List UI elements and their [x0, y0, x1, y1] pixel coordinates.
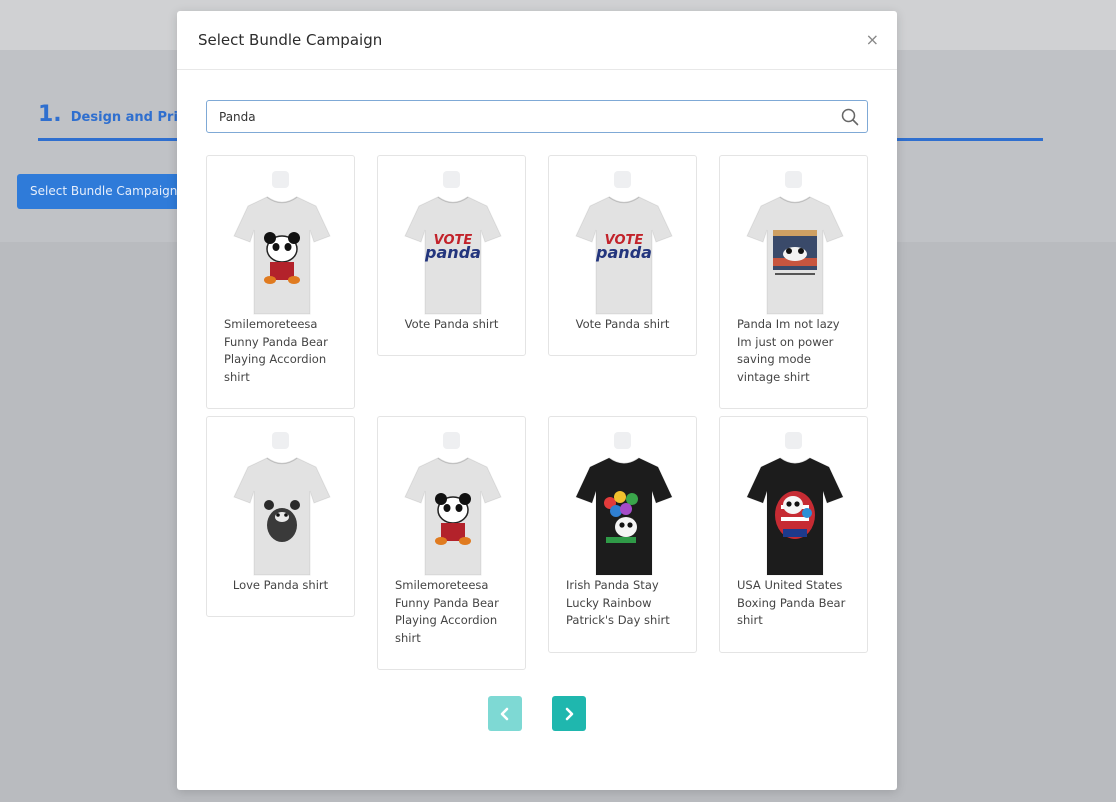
- tshirt-image: VOTEpanda: [575, 196, 673, 315]
- product-card[interactable]: Panda Im not lazy Im just on power savin…: [719, 155, 868, 409]
- product-card[interactable]: VOTE panda Vote Panda shirt: [548, 155, 697, 356]
- select-checkbox[interactable]: [272, 432, 289, 449]
- close-icon[interactable]: ×: [866, 31, 879, 49]
- tshirt-image: [233, 457, 331, 576]
- product-card[interactable]: Smilemoreteesa Funny Panda Bear Playing …: [377, 416, 526, 670]
- svg-text:panda: panda: [424, 243, 481, 262]
- select-checkbox[interactable]: [614, 171, 631, 188]
- product-card[interactable]: Love Panda shirt: [206, 416, 355, 617]
- select-checkbox[interactable]: [785, 432, 802, 449]
- product-card[interactable]: Smilemoreteesa Funny Panda Bear Playing …: [206, 155, 355, 409]
- step-number: 1.: [38, 102, 62, 127]
- step-label: Design and Price: [70, 110, 195, 125]
- select-checkbox[interactable]: [443, 171, 460, 188]
- product-card[interactable]: USA United States Boxing Panda Bear shir…: [719, 416, 868, 653]
- select-checkbox[interactable]: [614, 432, 631, 449]
- search-icon[interactable]: [841, 108, 859, 126]
- product-title: USA United States Boxing Panda Bear shir…: [737, 578, 846, 627]
- product-title: Irish Panda Stay Lucky Rainbow Patrick's…: [566, 578, 670, 627]
- select-bundle-campaign-button[interactable]: Select Bundle Campaign: [17, 174, 192, 209]
- product-title: Smilemoreteesa Funny Panda Bear Playing …: [395, 578, 499, 645]
- select-checkbox[interactable]: [272, 171, 289, 188]
- product-title: Vote Panda shirt: [404, 317, 499, 331]
- svg-text:panda: panda: [595, 243, 652, 262]
- step-indicator: 1. Design and Price: [38, 102, 194, 127]
- tshirt-image: [746, 196, 844, 315]
- select-bundle-modal: Select Bundle Campaign × Smilemoreteesa …: [177, 11, 897, 790]
- chevron-left-icon: [500, 707, 509, 720]
- product-card[interactable]: Irish Panda Stay Lucky Rainbow Patrick's…: [548, 416, 697, 653]
- modal-header: Select Bundle Campaign ×: [177, 11, 897, 70]
- search-input[interactable]: [219, 101, 819, 132]
- product-title: Vote Panda shirt: [575, 317, 670, 331]
- tshirt-image: VOTEpanda: [404, 196, 502, 315]
- next-page-button[interactable]: [552, 696, 586, 731]
- product-title: Smilemoreteesa Funny Panda Bear Playing …: [224, 317, 328, 384]
- tshirt-image: [746, 457, 844, 576]
- tshirt-image: [233, 196, 331, 315]
- prev-page-button[interactable]: [488, 696, 522, 731]
- search-box: [206, 100, 868, 133]
- tshirt-image: [575, 457, 673, 576]
- tshirt-image: [404, 457, 502, 576]
- select-checkbox[interactable]: [785, 171, 802, 188]
- modal-title: Select Bundle Campaign: [198, 31, 383, 49]
- product-title: Love Panda shirt: [232, 578, 329, 592]
- product-title: Panda Im not lazy Im just on power savin…: [737, 317, 840, 384]
- select-checkbox[interactable]: [443, 432, 460, 449]
- product-card[interactable]: VOTE panda Vote Panda shirt: [377, 155, 526, 356]
- chevron-right-icon: [565, 707, 574, 720]
